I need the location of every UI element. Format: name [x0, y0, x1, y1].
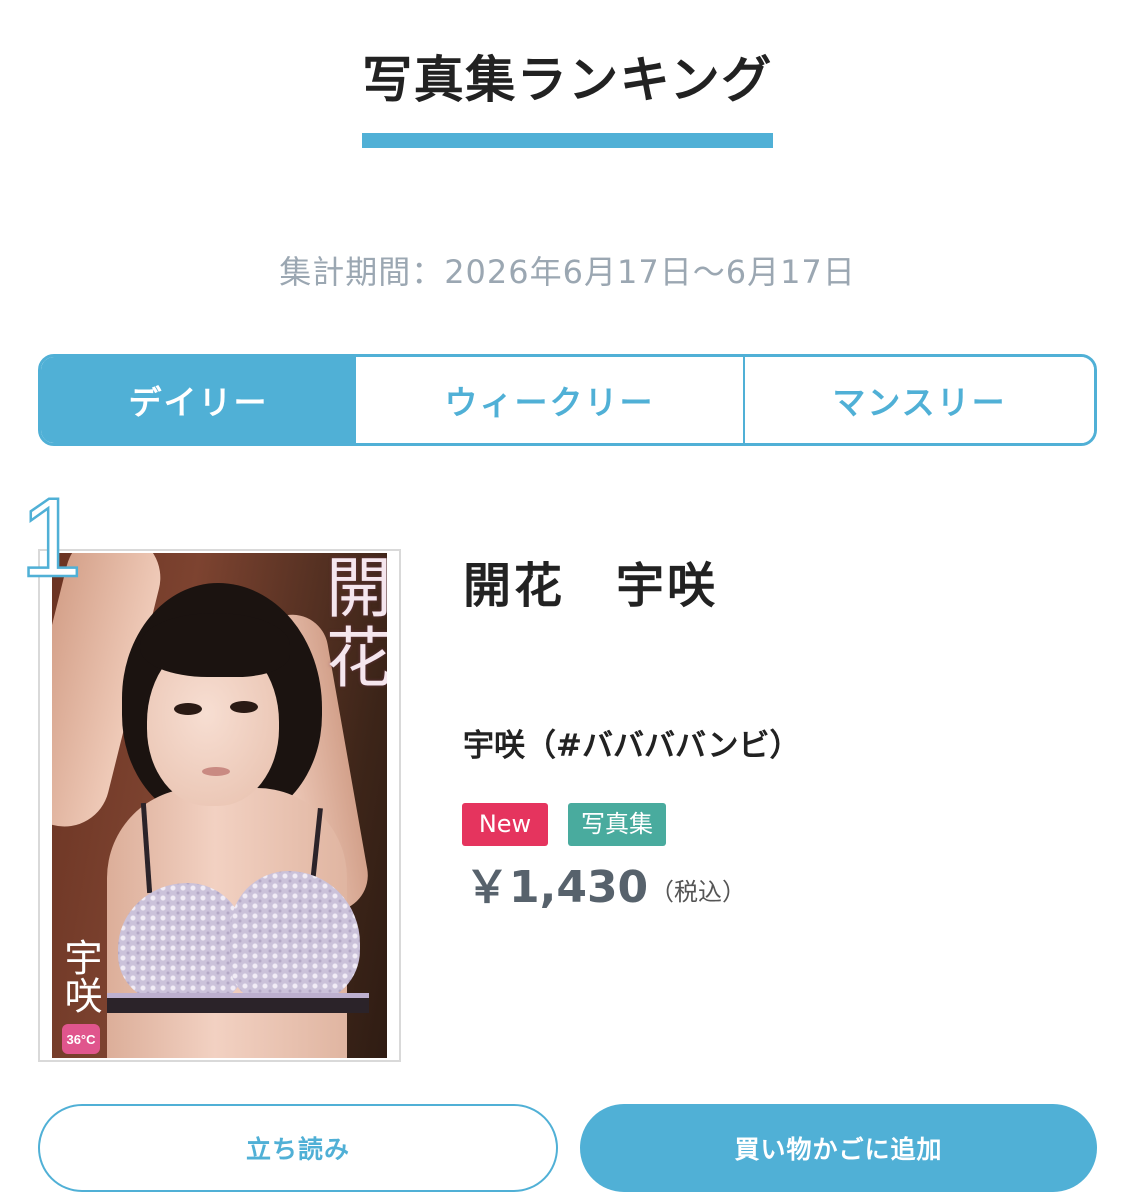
cover-figure-eye-left [174, 703, 202, 715]
cover-figure-band [107, 993, 369, 1013]
cover-title-text: 開花 [315, 553, 387, 693]
cover-figure-eye-right [230, 701, 258, 713]
cover-figure-bangs [140, 613, 290, 677]
rank-badge: 1 [19, 474, 84, 602]
tax-note: （税込） [650, 878, 746, 906]
category-badge: 写真集 [568, 803, 666, 846]
product-title[interactable]: 開花 宇咲 [463, 559, 718, 613]
author-name[interactable]: 宇咲（#ババババンビ） [463, 727, 801, 765]
ranking-item: 開花 宇咲 36°C 1 開花 宇咲 宇咲（#ババババンビ） New 写真集 ￥… [0, 0, 1135, 1200]
price: ￥1,430 [465, 862, 649, 913]
cover-figure-lips [202, 767, 230, 776]
rank-number: 1 [20, 475, 82, 600]
ranking-page: 写真集ランキング 集計期間：2026年6月17日〜6月17日 デイリー ウィーク… [0, 0, 1135, 1200]
cover-image[interactable]: 開花 宇咲 36°C [38, 549, 401, 1062]
cover-publisher-logo: 36°C [62, 1024, 100, 1054]
add-to-cart-button[interactable]: 買い物かごに追加 [580, 1104, 1097, 1192]
preview-button[interactable]: 立ち読み [38, 1104, 558, 1192]
cover-name-text: 宇咲 [58, 938, 102, 1014]
cover-photo: 開花 宇咲 36°C [52, 553, 387, 1058]
new-badge: New [462, 803, 548, 846]
